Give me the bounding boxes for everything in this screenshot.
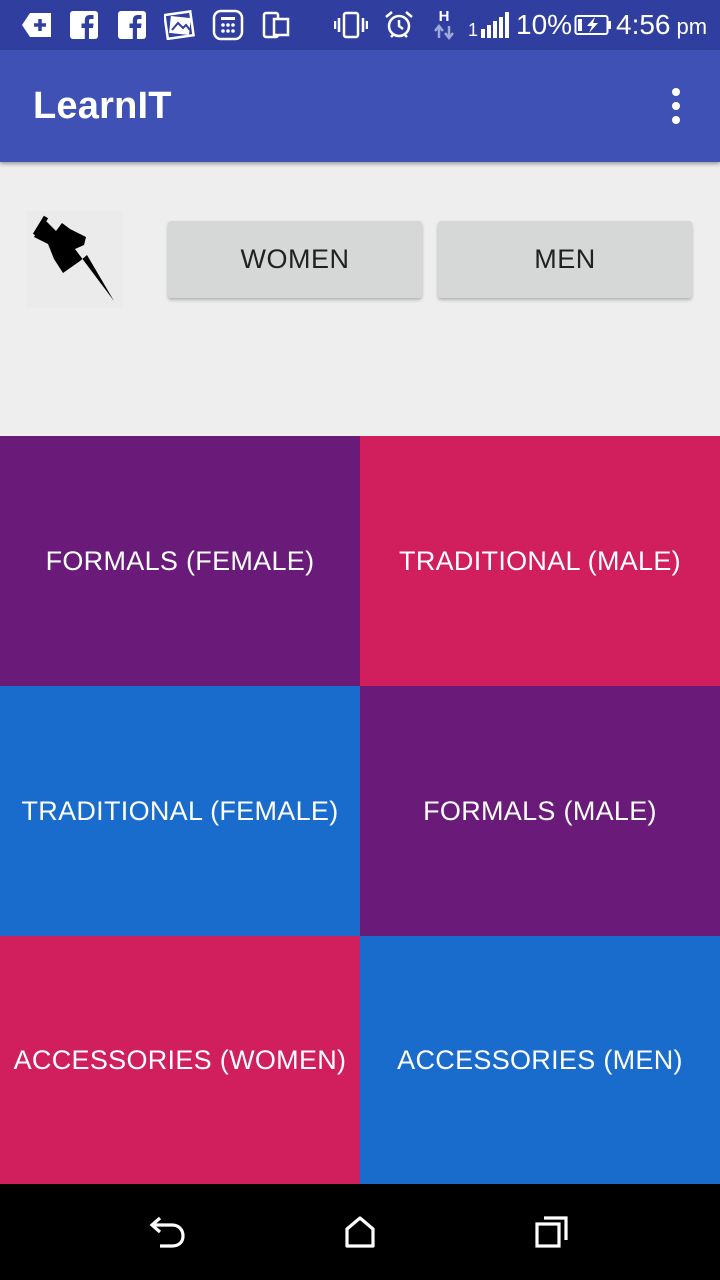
status-time-value: 4:56: [616, 9, 671, 40]
calculator-icon: [212, 9, 244, 41]
app-title: LearnIT: [33, 85, 172, 127]
signal-sim-label: 1: [468, 19, 479, 40]
signal-icon: 1: [468, 9, 510, 41]
tile-accessories-women[interactable]: ACCESSORIES (WOMEN): [0, 936, 360, 1184]
add-notification-icon: [20, 9, 54, 41]
tile-accessories-men[interactable]: ACCESSORIES (MEN): [360, 936, 720, 1184]
status-bar: H 1 10% 4:56 pm: [0, 0, 720, 50]
photo-stack-icon: [164, 9, 196, 41]
tile-traditional-male[interactable]: TRADITIONAL (MALE): [360, 436, 720, 686]
data-transfer-icon: H: [432, 9, 456, 41]
battery-percent: 10%: [516, 9, 573, 40]
more-vert-icon[interactable]: [656, 82, 696, 130]
network-type-label: H: [438, 8, 450, 25]
status-time-ampm: pm: [676, 14, 708, 39]
tile-traditional-female[interactable]: TRADITIONAL (FEMALE): [0, 686, 360, 936]
men-button[interactable]: MEN: [438, 221, 692, 298]
app-bar: LearnIT: [0, 50, 720, 162]
recents-icon[interactable]: [528, 1208, 576, 1256]
category-grid: FORMALS (FEMALE) TRADITIONAL (MALE) TRAD…: [0, 436, 720, 1184]
cast-device-icon: [262, 9, 292, 41]
tile-formals-female[interactable]: FORMALS (FEMALE): [0, 436, 360, 686]
navigation-bar: [0, 1184, 720, 1280]
status-time: 4:56 pm: [616, 9, 707, 41]
facebook-icon: [70, 9, 98, 41]
alarm-icon: [384, 9, 414, 41]
pushpin-icon: [26, 211, 123, 308]
women-button[interactable]: WOMEN: [168, 221, 422, 298]
battery-charging-icon: [574, 9, 612, 41]
vibrate-icon: [334, 9, 368, 41]
back-icon[interactable]: [144, 1208, 192, 1256]
home-icon[interactable]: [336, 1208, 384, 1256]
facebook-icon: [118, 9, 146, 41]
tile-formals-male[interactable]: FORMALS (MALE): [360, 686, 720, 936]
